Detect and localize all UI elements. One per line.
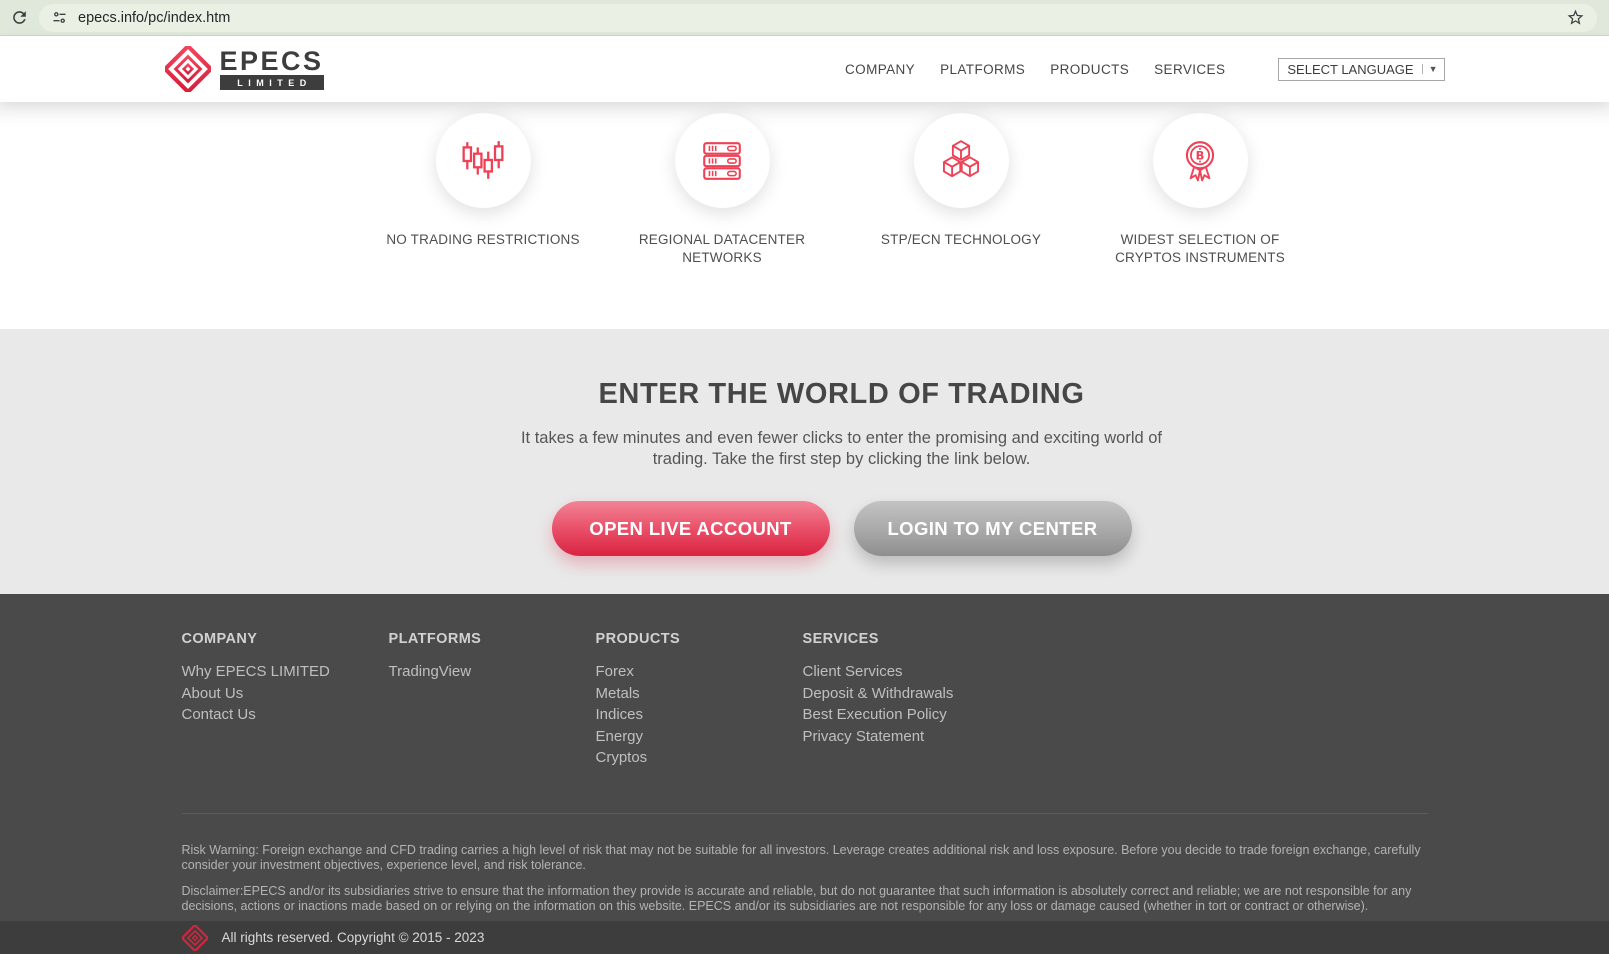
server-rack-icon [703, 141, 741, 180]
epecs-logo-icon [164, 46, 211, 92]
footer-column-title: SERVICES [802, 631, 879, 647]
site-header: EPECS LIMITED COMPANY PLATFORMS PRODUCTS… [0, 36, 1609, 102]
footer-divider [181, 812, 1428, 814]
language-selector-label: SELECT LANGUAGE [1287, 61, 1414, 77]
feature-label: NO TRADING RESTRICTIONS [386, 232, 580, 247]
nav-item-platforms[interactable]: PLATFORMS [940, 62, 1025, 77]
nav-item-services[interactable]: SERVICES [1154, 62, 1225, 77]
cta-description: It takes a few minutes and even fewer cl… [520, 429, 1163, 468]
footer-column-products: PRODUCTS Forex Metals Indices Energy Cry… [596, 631, 803, 769]
feature-label: REGIONAL DATACENTER NETWORKS [638, 232, 806, 265]
footer-link-why-epecs[interactable]: Why EPECS LIMITED [182, 661, 389, 683]
footer-column-platforms: PLATFORMS TradingView [389, 631, 596, 769]
footer-link-best-execution[interactable]: Best Execution Policy [803, 704, 1010, 726]
bookmark-star-icon[interactable] [1566, 8, 1585, 27]
chevron-down-icon: ▼ [1421, 64, 1438, 74]
copyright-text: All rights reserved. Copyright © 2015 - … [221, 930, 485, 945]
site-info-icon[interactable] [51, 9, 68, 26]
risk-warning-text: Risk Warning: Foreign exchange and CFD t… [181, 842, 1421, 873]
feature-circle [674, 113, 770, 208]
feature-stp-ecn: STP/ECN TECHNOLOGY [842, 113, 1081, 267]
features-section: NO TRADING RESTRICTIONS REGIONAL DATACEN… [0, 102, 1609, 329]
feature-circle [435, 113, 531, 208]
footer-link-cryptos[interactable]: Cryptos [596, 747, 803, 769]
award-bitcoin-icon: B [1185, 140, 1215, 181]
disclaimer-text: Disclaimer:EPECS and/or its subsidiaries… [181, 883, 1412, 914]
footer-link-forex[interactable]: Forex [596, 661, 803, 683]
cubes-icon [943, 139, 979, 177]
browser-toolbar: epecs.info/pc/index.htm [0, 0, 1609, 36]
login-my-center-button[interactable]: LOGIN TO MY CENTER [853, 501, 1132, 556]
logo-title: EPECS [219, 46, 324, 76]
feature-cryptos-selection: B WIDEST SELECTION OF CRYPTOS INSTRUMENT… [1081, 113, 1320, 267]
open-live-account-button[interactable]: OPEN LIVE ACCOUNT [551, 501, 830, 556]
footer-link-contact-us[interactable]: Contact Us [182, 704, 389, 726]
epecs-logo[interactable]: EPECS LIMITED [164, 46, 324, 92]
footer-column-company: COMPANY Why EPECS LIMITED About Us Conta… [182, 631, 389, 769]
footer-column-title: COMPANY [181, 631, 258, 647]
footer-link-indices[interactable]: Indices [596, 704, 803, 726]
footer-logo-icon [181, 924, 208, 951]
footer-link-deposit-withdrawals[interactable]: Deposit & Withdrawals [803, 683, 1010, 705]
cta-title: ENTER THE WORLD OF TRADING [598, 378, 1085, 410]
svg-text:B: B [1196, 148, 1205, 162]
url-bar[interactable]: epecs.info/pc/index.htm [39, 3, 1597, 32]
reload-icon[interactable] [8, 7, 30, 29]
feature-label: STP/ECN TECHNOLOGY [880, 232, 1042, 247]
footer-link-energy[interactable]: Energy [596, 726, 803, 748]
footer-column-title: PRODUCTS [595, 631, 681, 647]
url-text[interactable]: epecs.info/pc/index.htm [78, 10, 230, 26]
nav-item-products[interactable]: PRODUCTS [1050, 62, 1129, 77]
footer-column-services: SERVICES Client Services Deposit & Withd… [803, 631, 1010, 769]
nav-item-company[interactable]: COMPANY [845, 62, 915, 77]
footer-link-client-services[interactable]: Client Services [803, 661, 1010, 683]
footer-link-privacy-statement[interactable]: Privacy Statement [803, 726, 1010, 748]
language-selector[interactable]: SELECT LANGUAGE ▼ [1278, 57, 1445, 81]
footer-link-about-us[interactable]: About Us [182, 683, 389, 705]
site-footer: COMPANY Why EPECS LIMITED About Us Conta… [0, 594, 1609, 921]
cta-section: ENTER THE WORLD OF TRADING It takes a fe… [0, 329, 1609, 594]
feature-circle [913, 113, 1009, 208]
feature-regional-datacenter: REGIONAL DATACENTER NETWORKS [603, 113, 842, 267]
feature-circle: B [1152, 113, 1248, 208]
copyright-bar: All rights reserved. Copyright © 2015 - … [0, 921, 1609, 954]
footer-column-title: PLATFORMS [388, 631, 482, 647]
footer-link-metals[interactable]: Metals [596, 683, 803, 705]
main-nav: COMPANY PLATFORMS PRODUCTS SERVICES SELE… [845, 57, 1445, 81]
feature-no-trading-restrictions: NO TRADING RESTRICTIONS [364, 113, 603, 267]
feature-label: WIDEST SELECTION OF CRYPTOS INSTRUMENTS [1115, 232, 1285, 265]
logo-subtitle: LIMITED [219, 75, 324, 90]
footer-link-tradingview[interactable]: TradingView [389, 661, 596, 683]
candlestick-chart-icon [462, 140, 504, 179]
